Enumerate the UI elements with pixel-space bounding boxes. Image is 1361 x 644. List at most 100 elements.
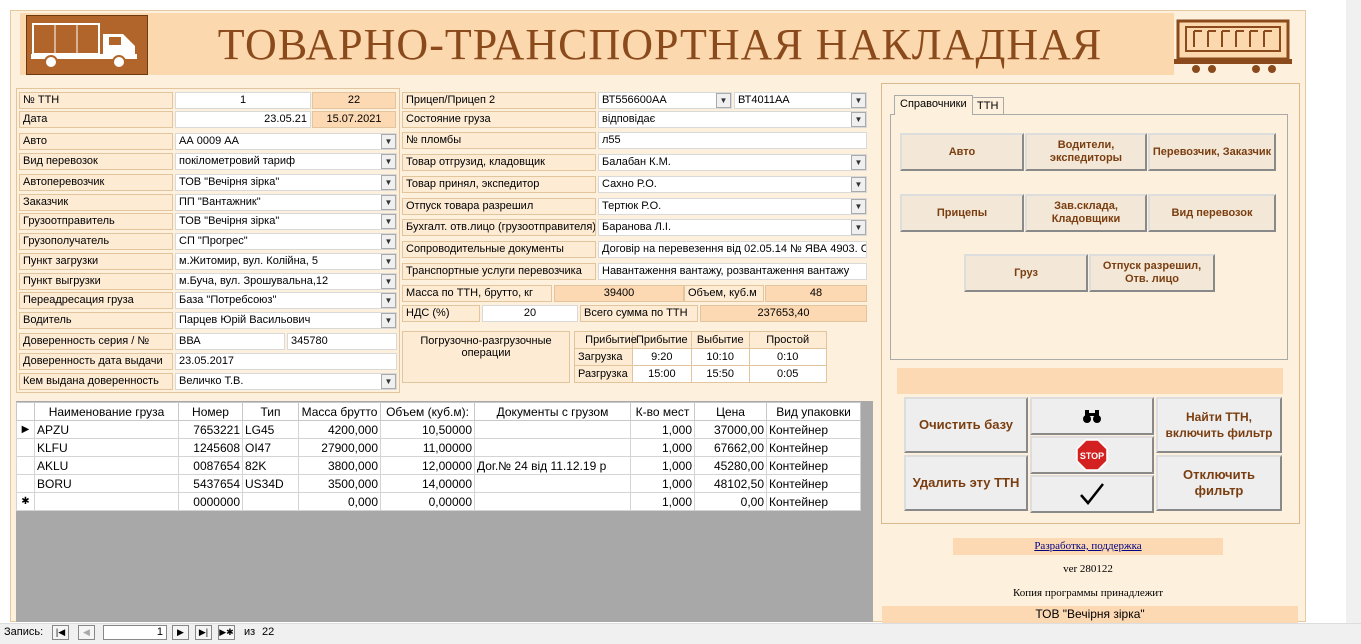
auto-field[interactable]: АА 0009 АА	[175, 133, 397, 150]
tab-ttn[interactable]: ТТН	[971, 97, 1005, 114]
table-cell[interactable]: 7653221	[178, 420, 243, 439]
docs-field[interactable]: Договір на перевезення від 02.05.14 № ЯВ…	[598, 241, 867, 258]
accountant-field[interactable]: Баранова Л.І.	[598, 219, 867, 236]
cargo-state-field[interactable]: відповідає	[598, 111, 867, 128]
table-cell[interactable]: Дог.№ 24 від 11.12.19 р	[474, 456, 631, 475]
table-cell[interactable]: Контейнер	[766, 438, 861, 457]
column-header[interactable]: Наименование груза	[34, 402, 179, 421]
record-number-input[interactable]: 1	[103, 625, 167, 640]
seal-field[interactable]: л55	[598, 132, 867, 149]
table-cell[interactable]: 4200,000	[298, 420, 381, 439]
proxy-series-field[interactable]: ВВА	[175, 333, 285, 350]
trailers-button[interactable]: Прицепы	[900, 194, 1024, 232]
table-cell[interactable]: 3500,000	[298, 474, 381, 493]
chevron-down-icon[interactable]: ▼	[381, 274, 396, 289]
new-record-icon[interactable]: ▶✱	[218, 625, 235, 640]
row-selector[interactable]	[16, 438, 35, 457]
table-cell[interactable]: 1,000	[630, 492, 695, 511]
table-cell[interactable]: 11,00000	[380, 438, 475, 457]
proxy-issuer-field[interactable]: Величко Т.В.	[175, 373, 397, 390]
release-field[interactable]: Тертюк Р.О.	[598, 198, 867, 215]
prev-record-icon[interactable]: ◀	[78, 625, 95, 640]
table-cell[interactable]: 1,000	[630, 438, 695, 457]
chevron-down-icon[interactable]: ▼	[851, 155, 866, 170]
table-cell[interactable]: BORU	[34, 474, 179, 493]
table-cell[interactable]: 1245608	[178, 438, 243, 457]
chevron-down-icon[interactable]: ▼	[381, 374, 396, 389]
current-row-icon[interactable]: ▶	[16, 420, 35, 439]
table-cell[interactable]: LG45	[242, 420, 299, 439]
table-cell[interactable]: 82K	[242, 456, 299, 475]
table-cell[interactable]: 0,000	[298, 492, 381, 511]
table-cell[interactable]: 48102,50	[694, 474, 767, 493]
next-record-icon[interactable]: ▶	[172, 625, 189, 640]
redirect-field[interactable]: База "Потребсоюз"	[175, 292, 397, 309]
vertical-scrollbar[interactable]	[1346, 0, 1361, 623]
table-cell[interactable]: OI47	[242, 438, 299, 457]
table-cell[interactable]: 12,00000	[380, 456, 475, 475]
table-cell[interactable]: 27900,000	[298, 438, 381, 457]
table-cell[interactable]: US34D	[242, 474, 299, 493]
services-field[interactable]: Навантаження вантажу, розвантаження вант…	[598, 263, 867, 280]
table-row-new[interactable]: ✱ 0000000 0,000 0,00000 1,000 0,00 Конте…	[16, 492, 861, 511]
column-header[interactable]: Вид упаковки	[766, 402, 861, 421]
dev-support-link[interactable]: Разработка, поддержка	[953, 538, 1223, 555]
table-cell[interactable]: Контейнер	[766, 474, 861, 493]
table-cell[interactable]: 14,00000	[380, 474, 475, 493]
carrier-field[interactable]: ТОВ "Вечірня зірка"	[175, 174, 397, 191]
table-cell[interactable]: 0,00	[694, 492, 767, 511]
table-cell[interactable]: Контейнер	[766, 420, 861, 439]
table-cell[interactable]	[474, 420, 631, 439]
new-row-icon[interactable]: ✱	[16, 492, 35, 511]
table-cell[interactable]: Контейнер	[766, 456, 861, 475]
table-cell[interactable]: 0,00000	[380, 492, 475, 511]
trailer-2-field[interactable]: ВТ4011АА	[734, 92, 867, 109]
chevron-down-icon[interactable]: ▼	[851, 220, 866, 235]
release-person-button[interactable]: Отпуск разрешил, Отв. лицо	[1089, 254, 1215, 292]
column-header[interactable]: К-во мест	[630, 402, 695, 421]
cargo-button[interactable]: Груз	[964, 254, 1088, 292]
ops-cell[interactable]: 0:10	[748, 348, 827, 366]
column-header[interactable]: Объем (куб.м):	[380, 402, 475, 421]
chevron-down-icon[interactable]: ▼	[381, 175, 396, 190]
table-cell[interactable]: 1,000	[630, 474, 695, 493]
vat-field[interactable]: 20	[482, 305, 578, 322]
table-cell[interactable]	[474, 492, 631, 511]
table-cell[interactable]	[474, 474, 631, 493]
chevron-down-icon[interactable]: ▼	[716, 93, 731, 108]
column-header[interactable]: Тип	[242, 402, 299, 421]
table-cell[interactable]: 0087654	[178, 456, 243, 475]
ttn-number-field[interactable]: 1	[175, 92, 311, 109]
auto-button[interactable]: Авто	[900, 133, 1024, 171]
trailer-1-field[interactable]: ВТ556600АА	[598, 92, 732, 109]
carrier-customer-button[interactable]: Перевозчик, Заказчик	[1148, 133, 1276, 171]
vid-field[interactable]: покілометровий тариф	[175, 153, 397, 170]
chevron-down-icon[interactable]: ▼	[381, 234, 396, 249]
chevron-down-icon[interactable]: ▼	[381, 254, 396, 269]
chevron-down-icon[interactable]: ▼	[381, 293, 396, 308]
row-selector[interactable]	[16, 456, 35, 475]
tab-references[interactable]: Справочники	[894, 95, 973, 115]
table-cell[interactable]: KLFU	[34, 438, 179, 457]
column-header[interactable]: Номер	[178, 402, 243, 421]
table-cell[interactable]: 0000000	[178, 492, 243, 511]
stop-icon[interactable]: STOP	[1030, 436, 1154, 474]
ops-cell[interactable]: 9:20	[632, 348, 692, 366]
row-selector[interactable]	[16, 474, 35, 493]
storekeepers-button[interactable]: Зав.склада, Кладовщики	[1025, 194, 1147, 232]
transport-type-button[interactable]: Вид перевозок	[1148, 194, 1276, 232]
unload-point-field[interactable]: м.Буча, вул. Зрошувальна,12	[175, 273, 397, 290]
column-header[interactable]: Цена	[694, 402, 767, 421]
driver-field[interactable]: Парцев Юрій Васильович	[175, 312, 397, 329]
table-cell[interactable]: 10,50000	[380, 420, 475, 439]
consignee-field[interactable]: СП "Прогрес"	[175, 233, 397, 250]
chevron-down-icon[interactable]: ▼	[381, 214, 396, 229]
table-cell[interactable]: 1,000	[630, 420, 695, 439]
table-cell[interactable]: 3800,000	[298, 456, 381, 475]
chevron-down-icon[interactable]: ▼	[851, 112, 866, 127]
first-record-icon[interactable]: |◀	[52, 625, 69, 640]
table-cell[interactable]: 1,000	[630, 456, 695, 475]
load-point-field[interactable]: м.Житомир, вул. Колійна, 5	[175, 253, 397, 270]
table-cell[interactable]: 45280,00	[694, 456, 767, 475]
received-by-field[interactable]: Сахно Р.О.	[598, 176, 867, 193]
